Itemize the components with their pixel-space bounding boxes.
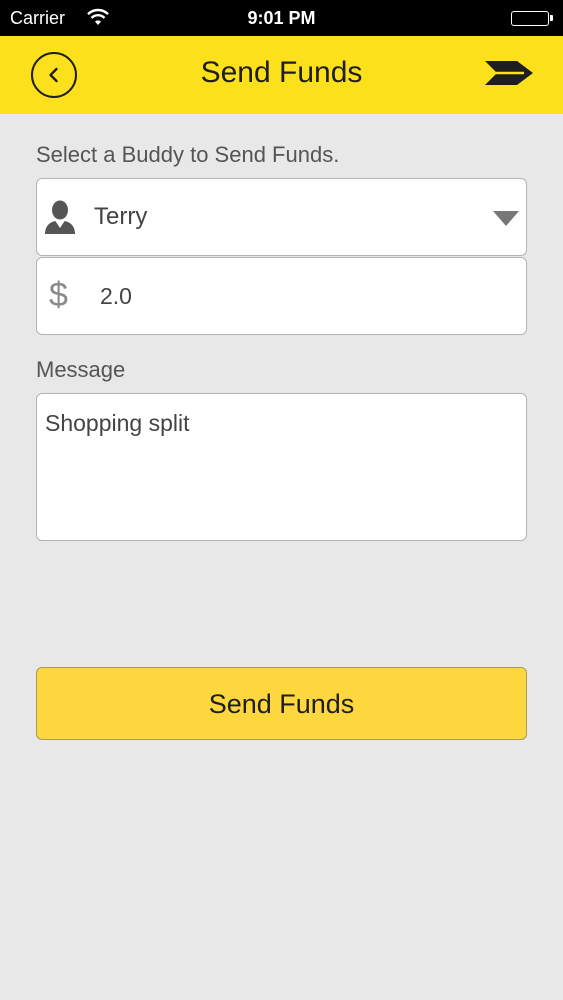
message-field[interactable]: Shopping split	[36, 393, 527, 541]
caret-down-icon[interactable]	[493, 211, 519, 232]
amount-field[interactable]: $ 2.0	[36, 257, 527, 335]
send-funds-button[interactable]: Send Funds	[36, 667, 527, 740]
nav-bar: Send Funds	[0, 36, 563, 114]
buddy-select[interactable]: Terry	[36, 178, 527, 256]
message-input[interactable]: Shopping split	[45, 410, 190, 437]
status-bar: Carrier 9:01 PM	[0, 0, 563, 36]
amount-input[interactable]: 2.0	[100, 283, 132, 310]
buddy-label: Select a Buddy to Send Funds.	[36, 142, 340, 167]
user-icon	[43, 199, 77, 235]
page-title: Send Funds	[200, 56, 363, 89]
dollar-icon: $	[49, 276, 68, 314]
send-arrow-button[interactable]	[484, 58, 534, 88]
message-label: Message	[36, 357, 126, 382]
send-arrow-icon	[485, 61, 533, 85]
buddy-value: Terry	[94, 203, 148, 230]
battery-icon	[511, 11, 553, 26]
status-time: 9:01 PM	[247, 8, 316, 28]
